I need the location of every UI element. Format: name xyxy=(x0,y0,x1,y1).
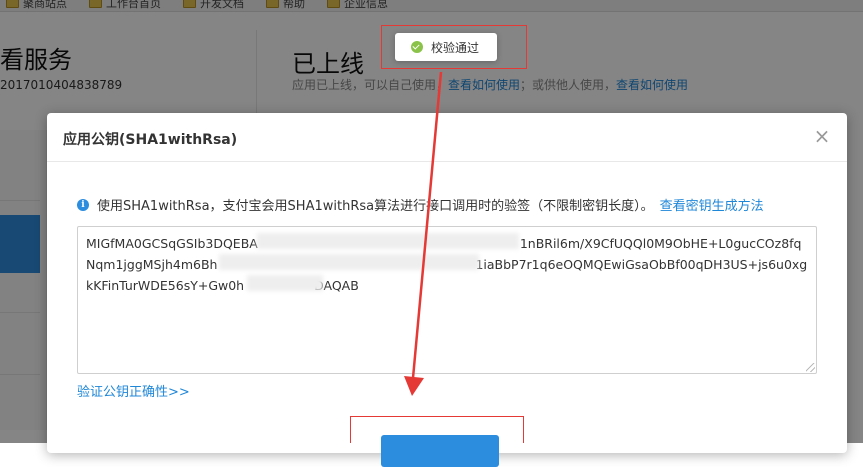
close-icon[interactable]: × xyxy=(811,125,833,147)
key-generation-link[interactable]: 查看密钥生成方法 xyxy=(660,195,764,214)
modal-title: 应用公钥(SHA1withRsa) xyxy=(63,132,238,148)
annotation-box-toast xyxy=(381,25,527,69)
resize-handle-icon[interactable] xyxy=(806,363,815,372)
annotation-box-button xyxy=(350,416,524,443)
public-key-modal: 应用公钥(SHA1withRsa) × i 使用SHA1withRsa，支付宝会… xyxy=(47,113,847,467)
redacted-region xyxy=(219,254,479,270)
info-row: i 使用SHA1withRsa，支付宝会用SHA1withRsa算法进行接口调用… xyxy=(77,195,764,214)
info-text: 使用SHA1withRsa，支付宝会用SHA1withRsa算法进行接口调用时的… xyxy=(97,199,654,214)
info-icon: i xyxy=(77,198,89,211)
verify-key-link[interactable]: 验证公钥正确性>> xyxy=(77,381,190,400)
redacted-region xyxy=(257,233,519,249)
redacted-region xyxy=(247,275,323,291)
modal-header: 应用公钥(SHA1withRsa) × xyxy=(47,113,847,162)
